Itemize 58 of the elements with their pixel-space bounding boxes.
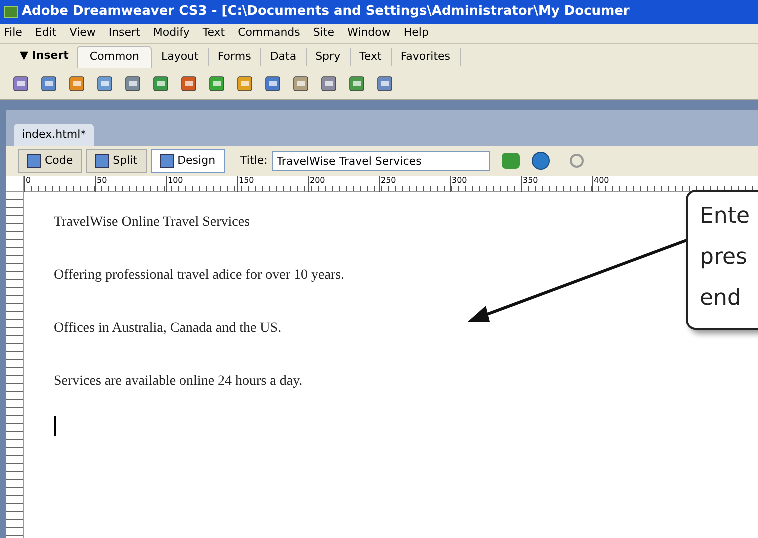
ruler-number: 150 [237, 176, 254, 192]
insert-tab[interactable]: Layout [152, 48, 209, 66]
ruler-number: 350 [521, 176, 538, 192]
toolbar-icon[interactable] [180, 74, 198, 92]
ruler-number: 50 [95, 176, 108, 192]
toolbar-icon[interactable] [152, 74, 170, 92]
window-title: Adobe Dreamweaver CS3 - [C:\Documents and Settings\Administrator\My Documer [22, 3, 630, 22]
menu-item[interactable]: Commands [238, 25, 300, 42]
view-button[interactable]: Design [150, 149, 225, 173]
insert-bar-label[interactable]: ▼ Insert [20, 48, 69, 64]
paragraph: Offices in Australia, Canada and the US. [54, 320, 283, 338]
callout-text: Ente [700, 203, 752, 231]
paragraph: Offering professional travel adice for over 10 years. [54, 267, 345, 285]
title-field[interactable]: TravelWise Travel Services [272, 151, 490, 171]
toolbar-icon[interactable] [236, 74, 254, 92]
ruler-number: 300 [450, 176, 468, 192]
ruler-number: 0 [24, 176, 32, 192]
toolbar-icon[interactable] [124, 74, 142, 92]
text-cursor [54, 416, 56, 436]
menu-item[interactable]: Text [202, 25, 226, 42]
ruler-number: 200 [308, 176, 326, 192]
insert-tab[interactable]: Forms [208, 48, 262, 66]
callout-text: pres [700, 244, 749, 272]
toolbar-icon[interactable] [12, 74, 30, 92]
app-icon [4, 6, 18, 18]
ruler-number: 100 [166, 176, 184, 192]
insert-tab[interactable]: Spry [306, 48, 351, 66]
insert-tab[interactable]: Text [350, 48, 392, 66]
toolbar-icon[interactable] [68, 74, 86, 92]
insert-tab[interactable]: Common [76, 46, 152, 68]
menu-item[interactable]: View [70, 25, 96, 42]
toolbar-icon[interactable] [292, 74, 310, 92]
toolbar-icon[interactable] [348, 74, 366, 92]
view-button[interactable]: Code [18, 149, 82, 173]
menu-item[interactable]: Help [404, 25, 429, 42]
ruler-number: 400 [592, 176, 610, 192]
menu-item[interactable]: Modify [153, 25, 190, 42]
menu-item[interactable]: Site [313, 25, 335, 42]
document-tab[interactable]: index.html* [14, 124, 94, 146]
menu-item[interactable]: File [4, 25, 22, 42]
callout-text: end [700, 285, 742, 313]
ruler-number: 250 [379, 176, 396, 192]
globe-icon[interactable] [532, 152, 550, 170]
paragraph: TravelWise Online Travel Services [54, 214, 252, 232]
toolbar-icon[interactable] [96, 74, 114, 92]
toolbar-icon[interactable] [208, 74, 226, 92]
menu-item[interactable]: Insert [108, 25, 140, 42]
title-label: Title: [240, 152, 268, 169]
menu-item[interactable]: Window [348, 25, 391, 42]
toolbar-icon[interactable] [320, 74, 338, 92]
toolbar-icon[interactable] [376, 74, 394, 92]
menu-item[interactable]: Edit [35, 25, 57, 42]
insert-tab[interactable]: Favorites [392, 48, 461, 66]
toolbar-icon[interactable] [264, 74, 282, 92]
toolbar-icon[interactable] [40, 74, 58, 92]
insert-tab[interactable]: Data [261, 48, 307, 66]
view-button[interactable]: Split [86, 149, 147, 173]
paragraph: Services are available online 24 hours a day. [54, 373, 304, 391]
